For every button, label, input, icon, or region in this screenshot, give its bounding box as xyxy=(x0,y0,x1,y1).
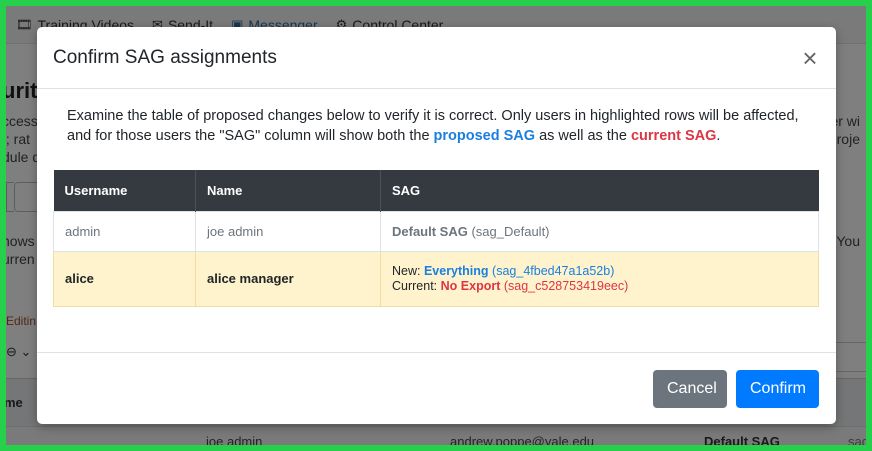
close-icon[interactable]: × xyxy=(800,45,820,71)
current-sag-name: No Export xyxy=(440,278,501,293)
intro-part3: . xyxy=(716,128,721,144)
intro-proposed: proposed SAG xyxy=(433,128,536,144)
header-name: Name xyxy=(195,170,381,211)
cell-name: alice manager xyxy=(195,250,381,307)
table-row: admin joe admin Default SAG (sag_Default… xyxy=(53,210,819,252)
sag-new-line: New: Everything (sag_4fbed47a1a52b) xyxy=(392,264,807,279)
new-sag-id: (sag_4fbed47a1a52b) xyxy=(492,263,615,278)
modal-header: Confirm SAG assignments × xyxy=(37,27,836,89)
cell-sag: New: Everything (sag_4fbed47a1a52b) Curr… xyxy=(380,250,819,307)
cell-username: admin xyxy=(53,210,196,252)
cell-name: joe admin xyxy=(195,210,381,252)
header-username: Username xyxy=(53,170,196,211)
table-row-highlighted: alice alice manager New: Everything (sag… xyxy=(53,250,819,307)
intro-text: Examine the table of proposed changes be… xyxy=(53,106,820,170)
modal-footer: Cancel Confirm xyxy=(37,352,836,424)
cell-sag: Default SAG (sag_Default) xyxy=(380,210,819,252)
header-sag: SAG xyxy=(380,170,819,211)
table-header-row: Username Name SAG xyxy=(53,170,819,211)
intro-part2: as well as the xyxy=(535,128,631,144)
confirm-button[interactable]: Confirm xyxy=(736,369,819,408)
sag-name: Default SAG xyxy=(392,223,468,239)
new-label: New: xyxy=(392,263,424,278)
sag-changes-table: Username Name SAG admin joe admin Defaul… xyxy=(53,170,819,307)
sag-id: (sag_Default) xyxy=(471,223,550,239)
sag-current-line: Current: No Export (sag_c528753419eec) xyxy=(392,279,807,294)
modal-body: Examine the table of proposed changes be… xyxy=(37,89,836,307)
cell-username: alice xyxy=(53,250,196,307)
current-label: Current: xyxy=(392,278,441,293)
intro-current: current SAG xyxy=(630,128,717,144)
modal-title: Confirm SAG assignments xyxy=(53,46,277,68)
confirm-sag-modal: Confirm SAG assignments × Examine the ta… xyxy=(37,27,836,424)
new-sag-name: Everything xyxy=(423,263,489,278)
cancel-button[interactable]: Cancel xyxy=(653,369,727,408)
current-sag-id: (sag_c528753419eec) xyxy=(503,278,629,293)
